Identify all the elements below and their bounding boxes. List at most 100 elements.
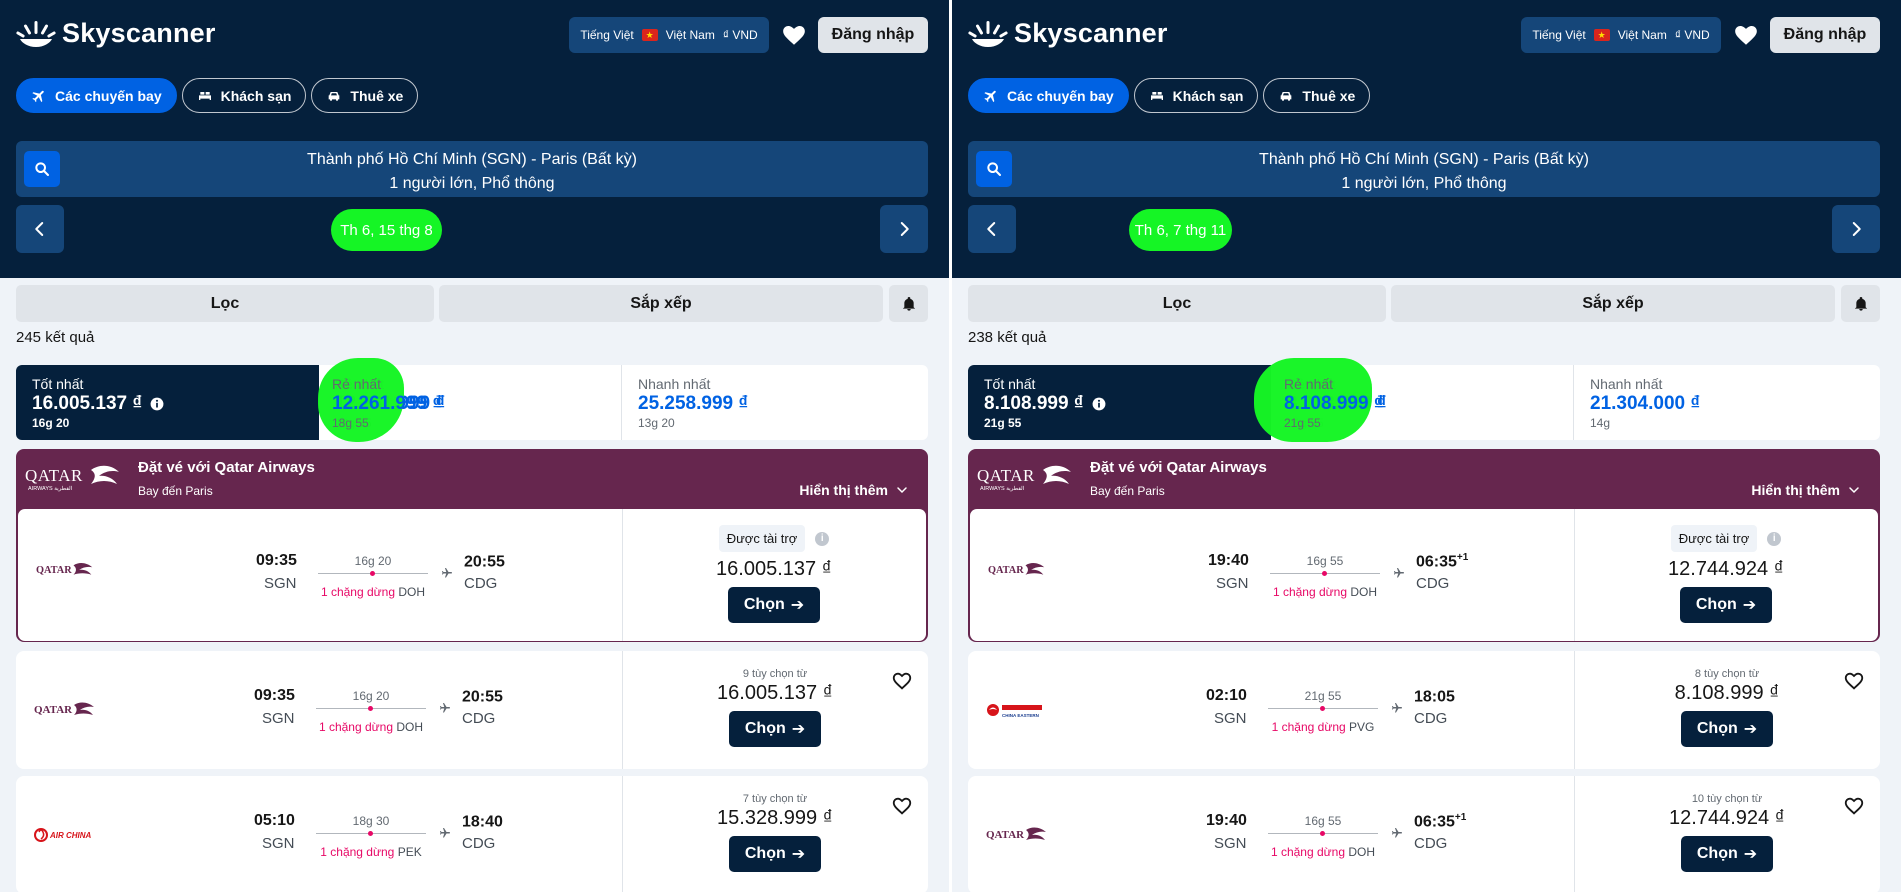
flight-card[interactable]: QATAR 09:35 SGN 16g 20 1 chặng dừng DOH … — [16, 651, 928, 769]
search-summary-bar[interactable]: Thành phố Hồ Chí Minh (SGN) - Paris (Bất… — [16, 141, 928, 197]
passenger-text: 1 người lớn, Phổ thông — [1341, 175, 1507, 192]
product-tabs: Các chuyến bay Khách sạn Thuê xe — [16, 78, 419, 113]
plane-icon — [32, 90, 44, 102]
previous-date-button[interactable] — [968, 205, 1016, 253]
airline-logo: QATAR — [36, 562, 93, 576]
bed-icon — [1150, 91, 1163, 100]
select-label: Chọn — [1695, 596, 1737, 613]
stops-count: 1 chặng dừng — [1270, 845, 1346, 859]
airline-logo: CHINA EASTERN — [987, 704, 1042, 718]
stop-airport: PVG — [1349, 720, 1375, 734]
arrival-time: 18:05 — [1414, 687, 1455, 706]
flight-card[interactable]: AIR CHINA 05:10 SGN 18g 30 1 chặng dừng … — [16, 776, 928, 892]
select-flight-button[interactable]: Chọn ➔ — [728, 587, 820, 623]
arrival-time: 18:40 — [462, 812, 503, 831]
tab-hotels[interactable]: Khách sạn — [1133, 78, 1259, 113]
filter-sort-row: Lọc Sắp xếp — [16, 285, 928, 322]
select-flight-button[interactable]: Chọn ➔ — [1680, 587, 1772, 623]
flight-price: 15.328.999 ₫ — [717, 807, 833, 829]
sponsor-title: Đặt vé với Qatar Airways — [138, 459, 315, 476]
stops-info: 1 chặng dừng DOH — [306, 720, 436, 734]
airline-logo: QATAR — [986, 827, 1046, 841]
price-alert-button[interactable] — [889, 285, 928, 322]
stops-count: 1 chặng dừng — [320, 585, 396, 599]
overlay-cheapest-label: Rẻ nhất — [1284, 376, 1334, 392]
save-heart-icon[interactable] — [890, 670, 914, 692]
price-alert-button[interactable] — [1841, 285, 1880, 322]
airline-logo: AIR CHINA — [34, 828, 92, 842]
info-icon[interactable]: i — [815, 531, 830, 546]
filter-button[interactable]: Lọc — [16, 285, 434, 322]
overlay-cheapest-duration: 18g 55 — [332, 416, 369, 430]
selected-date[interactable]: Th 6, 15 thg 8 — [331, 209, 442, 251]
sort-button[interactable]: Sắp xếp — [439, 285, 883, 322]
sponsored-flight-card[interactable]: QATAR 09:35 SGN 16g 20 1 chặng dừng DOH … — [18, 509, 926, 641]
price-section: Được tài trợ i 16.005.137 ₫ Chọn ➔ — [622, 525, 926, 623]
select-flight-button[interactable]: Chọn ➔ — [729, 836, 821, 872]
sun-logo-icon — [968, 20, 1008, 47]
show-more-button[interactable]: Hiển thị thêm — [1751, 482, 1860, 498]
departure-time: 19:40 — [1208, 552, 1249, 569]
next-date-button[interactable] — [1832, 205, 1880, 253]
skyscanner-logo[interactable]: Skyscanner — [968, 18, 1168, 49]
price-section: 7 tùy chọn từ 15.328.999 ₫ Chọn ➔ — [622, 793, 928, 872]
flight-duration: 16g 20 — [354, 554, 392, 568]
locale-selector[interactable]: Tiếng Việt ★ Việt Nam ₫ VND — [1521, 17, 1721, 53]
departure-time: 19:40 — [1206, 812, 1247, 829]
fastest-option-tab[interactable]: Nhanh nhất 25.258.999 ₫ 13g 20 — [622, 365, 928, 440]
bed-icon — [198, 91, 211, 100]
sponsored-flight-card[interactable]: QATAR 19:40 SGN 16g 55 1 chặng dừng DOH … — [970, 509, 1878, 641]
flight-price: 8.108.999 ₫ — [1674, 682, 1780, 704]
svg-text:AIRWAYS القطرية: AIRWAYS القطرية — [28, 485, 73, 492]
best-option-tab[interactable]: Tốt nhất 16.005.137 ₫ 16g 20 — [16, 365, 319, 440]
info-icon[interactable] — [1092, 397, 1106, 411]
departure-airport: SGN — [1214, 835, 1247, 852]
tab-car-hire[interactable]: Thuê xe — [1263, 78, 1371, 113]
save-heart-icon[interactable] — [890, 795, 914, 817]
favorites-heart-icon[interactable] — [781, 22, 807, 48]
best-option-tab[interactable]: Tốt nhất 8.108.999 ₫ 21g 55 — [968, 365, 1271, 440]
info-icon[interactable] — [150, 397, 164, 411]
options-count: 8 tùy chọn từ — [1694, 668, 1760, 680]
info-icon[interactable]: i — [1767, 531, 1782, 546]
flight-card[interactable]: QATAR 19:40 SGN 16g 55 1 chặng dừng DOH … — [968, 776, 1880, 892]
chevron-left-icon — [987, 222, 996, 236]
arrow-right-icon: ➔ — [791, 846, 806, 863]
sort-button[interactable]: Sắp xếp — [1391, 285, 1835, 322]
tab-flights[interactable]: Các chuyến bay — [968, 78, 1129, 113]
save-heart-icon[interactable] — [1842, 670, 1866, 692]
tab-hotels[interactable]: Khách sạn — [181, 78, 307, 113]
arrival-airport: CDG — [464, 575, 498, 592]
fastest-option-tab[interactable]: Nhanh nhất 21.304.000 ₫ 14g — [1574, 365, 1880, 440]
login-button[interactable]: Đăng nhập — [818, 17, 928, 53]
select-flight-button[interactable]: Chọn ➔ — [1681, 711, 1773, 747]
svg-text:QATAR: QATAR — [25, 466, 83, 485]
stop-dot — [1320, 706, 1325, 711]
flight-card[interactable]: CHINA EASTERN 02:10 SGN 21g 55 1 chặng d… — [968, 651, 1880, 769]
selected-date[interactable]: Th 6, 7 thg 11 — [1129, 209, 1232, 251]
search-summary-bar[interactable]: Thành phố Hồ Chí Minh (SGN) - Paris (Bất… — [968, 141, 1880, 197]
filter-button[interactable]: Lọc — [968, 285, 1386, 322]
favorites-heart-icon[interactable] — [1733, 22, 1759, 48]
highlight-price-overlay: Rẻ nhất 12.261.999 ₫ 18g 55 — [332, 376, 512, 430]
tab-flights[interactable]: Các chuyến bay — [16, 78, 177, 113]
login-button[interactable]: Đăng nhập — [1770, 17, 1880, 53]
stop-airport: DOH — [396, 720, 424, 734]
arrival-airport: CDG — [1416, 575, 1450, 592]
locale-selector[interactable]: Tiếng Việt ★ Việt Nam ₫ VND — [569, 17, 769, 53]
previous-date-button[interactable] — [16, 205, 64, 253]
show-more-label: Hiển thị thêm — [1751, 482, 1840, 498]
next-date-button[interactable] — [880, 205, 928, 253]
skyscanner-logo[interactable]: Skyscanner — [16, 18, 216, 49]
show-more-button[interactable]: Hiển thị thêm — [799, 482, 908, 498]
best-duration: 21g 55 — [984, 416, 1022, 430]
select-label: Chọn — [1696, 720, 1738, 737]
flight-price: 16.005.137 ₫ — [717, 682, 833, 704]
select-flight-button[interactable]: Chọn ➔ — [729, 711, 821, 747]
vietnam-flag-icon: ★ — [1593, 29, 1610, 41]
route-text: Thành phố Hồ Chí Minh (SGN) - Paris (Bất… — [307, 151, 637, 168]
save-heart-icon[interactable] — [1842, 795, 1866, 817]
results-count: 238 kết quả — [968, 329, 1047, 346]
select-flight-button[interactable]: Chọn ➔ — [1681, 836, 1773, 872]
tab-car-hire[interactable]: Thuê xe — [311, 78, 419, 113]
